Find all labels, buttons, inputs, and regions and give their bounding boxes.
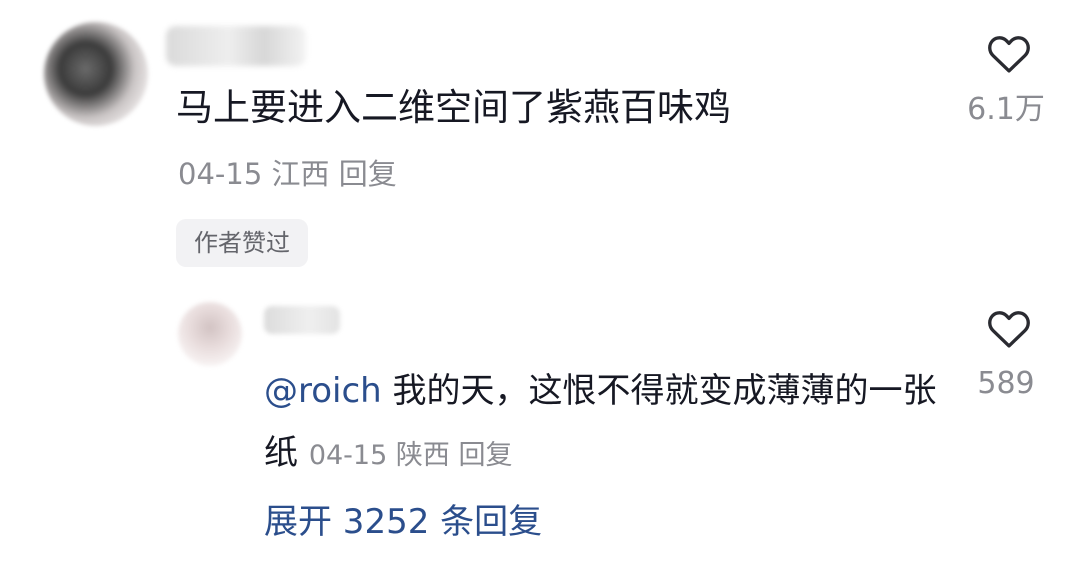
comment-meta: 04-15 江西 回复	[178, 154, 397, 194]
like-count: 6.1万	[967, 92, 1045, 127]
comment-date: 04-15	[178, 157, 263, 191]
reply-button[interactable]: 回复	[339, 157, 397, 191]
reply-location: 陕西	[395, 440, 450, 471]
mention-link[interactable]: @roich	[264, 371, 382, 411]
reply-avatar[interactable]	[178, 302, 242, 366]
reply-content: @roich 我的天，这恨不得就变成薄薄的一张纸 04-15 陕西 回复	[264, 360, 944, 487]
avatar[interactable]	[44, 22, 148, 126]
reply-like-count: 589	[977, 366, 1035, 401]
heart-outline-icon[interactable]	[984, 28, 1034, 78]
comment-text: 马上要进入二维空间了紫燕百味鸡	[176, 86, 731, 129]
author-liked-badge: 作者赞过	[176, 219, 308, 267]
reply-reply-button[interactable]: 回复	[458, 440, 512, 471]
reply-meta: 04-15 陕西 回复	[309, 440, 513, 471]
username-blurred[interactable]	[166, 26, 306, 66]
comment-location: 江西	[271, 157, 330, 191]
heart-outline-icon[interactable]	[984, 303, 1034, 353]
expand-replies-button[interactable]: 展开 3252 条回复	[264, 496, 542, 548]
reply-username-blurred[interactable]	[264, 306, 340, 334]
reply-date: 04-15	[308, 440, 388, 471]
